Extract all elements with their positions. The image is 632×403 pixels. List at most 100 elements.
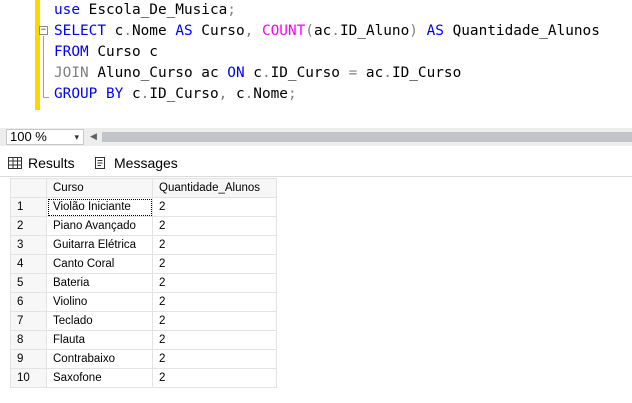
code-token: COUNT xyxy=(261,23,306,39)
code-token: ID_Aluno xyxy=(339,23,410,39)
quantidade-cell[interactable]: 2 xyxy=(152,216,277,236)
code-token: ON xyxy=(227,65,245,81)
quantidade-cell[interactable]: 2 xyxy=(152,273,277,293)
table-row[interactable]: 5 Bateria 2 xyxy=(10,273,277,293)
row-number-cell[interactable]: 5 xyxy=(10,273,47,293)
code-token: Escola_De_Musica xyxy=(80,2,228,18)
curso-cell[interactable]: Bateria xyxy=(46,273,153,293)
row-number-cell[interactable]: 9 xyxy=(10,349,47,369)
code-token: , xyxy=(244,23,262,39)
code-token: . xyxy=(261,65,271,81)
code-line[interactable]: GROUP BY c.ID_Curso, c.Nome; xyxy=(54,84,600,105)
code-token: . xyxy=(383,65,392,81)
outline-line xyxy=(43,36,44,98)
tab-results[interactable]: Results xyxy=(8,152,75,174)
code-text[interactable]: use Escola_De_Musica; SELECT c.Nome AS Cu… xyxy=(54,0,600,105)
code-token: ( xyxy=(305,23,314,39)
code-token: ID_Curso xyxy=(391,65,462,81)
code-token: Quantidade_Alunos xyxy=(443,23,600,39)
quantidade-cell[interactable]: 2 xyxy=(152,197,277,217)
curso-cell[interactable]: Saxofone xyxy=(46,368,153,388)
column-header-quantidade-alunos[interactable]: Quantidade_Alunos xyxy=(152,178,277,198)
code-token: ac xyxy=(357,65,384,81)
tab-messages[interactable]: Messages xyxy=(94,152,178,174)
curso-cell[interactable]: Violino xyxy=(46,292,153,312)
zoom-select[interactable]: 100 % ▾ xyxy=(6,129,84,145)
row-number-cell[interactable]: 7 xyxy=(10,311,47,331)
grid-header-row: Curso Quantidade_Alunos xyxy=(10,178,277,198)
curso-cell[interactable]: Violão Iniciante xyxy=(46,197,153,217)
code-token: Aluno_Curso ac xyxy=(88,65,228,81)
curso-cell[interactable]: Piano Avançado xyxy=(46,216,153,236)
row-number-cell[interactable]: 3 xyxy=(10,235,47,255)
grid-corner-cell[interactable] xyxy=(10,178,47,198)
code-token: ID_Curso xyxy=(270,65,349,81)
table-row[interactable]: 4 Canto Coral 2 xyxy=(10,254,277,274)
row-number-cell[interactable]: 8 xyxy=(10,330,47,350)
quantidade-cell[interactable]: 2 xyxy=(152,311,277,331)
table-row[interactable]: 3 Guitarra Elétrica 2 xyxy=(10,235,277,255)
code-token: ) xyxy=(409,23,418,39)
code-token: , xyxy=(218,86,236,102)
table-row[interactable]: 6 Violino 2 xyxy=(10,292,277,312)
code-token: . xyxy=(140,86,150,102)
code-token: Curso xyxy=(192,23,245,39)
quantidade-cell[interactable]: 2 xyxy=(152,254,277,274)
code-token: SELECT xyxy=(54,23,106,39)
scroll-left-icon[interactable]: ◀ xyxy=(90,131,97,142)
code-token: AS xyxy=(417,23,444,39)
code-line[interactable]: SELECT c.Nome AS Curso, COUNT(ac.ID_Alun… xyxy=(54,21,600,42)
row-number-cell[interactable]: 6 xyxy=(10,292,47,312)
code-token: c xyxy=(105,23,124,39)
messages-icon xyxy=(95,157,105,169)
results-grid[interactable]: Curso Quantidade_Alunos 1 Violão Iniciant… xyxy=(10,178,277,388)
code-line[interactable]: FROM Curso c xyxy=(54,42,600,63)
quantidade-cell[interactable]: 2 xyxy=(152,349,277,369)
code-token: GROUP BY xyxy=(54,86,124,102)
code-token: . xyxy=(244,86,254,102)
grid-icon xyxy=(8,157,22,169)
table-row[interactable]: 1 Violão Iniciante 2 xyxy=(10,197,277,217)
code-line[interactable]: use Escola_De_Musica; xyxy=(54,0,600,21)
code-token: JOIN xyxy=(54,65,89,81)
change-tracking-bar xyxy=(35,0,40,110)
code-token: Nome xyxy=(131,23,176,39)
code-token: c xyxy=(244,65,262,81)
tab-results-label: Results xyxy=(28,155,75,171)
table-row[interactable]: 10 Saxofone 2 xyxy=(10,368,277,388)
horizontal-scrollbar-thumb[interactable] xyxy=(102,132,632,142)
code-token: ac xyxy=(313,23,332,39)
curso-cell[interactable]: Teclado xyxy=(46,311,153,331)
chevron-down-icon: ▾ xyxy=(74,132,79,142)
code-token: Curso c xyxy=(88,44,158,60)
table-row[interactable]: 9 Contrabaixo 2 xyxy=(10,349,277,369)
table-row[interactable]: 7 Teclado 2 xyxy=(10,311,277,331)
row-number-cell[interactable]: 1 xyxy=(10,197,47,217)
zoom-value: 100 % xyxy=(10,129,47,144)
curso-cell[interactable]: Canto Coral xyxy=(46,254,153,274)
code-token: c xyxy=(123,86,141,102)
code-token: ID_Curso xyxy=(149,86,219,102)
quantidade-cell[interactable]: 2 xyxy=(152,235,277,255)
outline-line-end xyxy=(43,97,49,98)
curso-cell[interactable]: Guitarra Elétrica xyxy=(46,235,153,255)
code-token: c xyxy=(235,86,245,102)
quantidade-cell[interactable]: 2 xyxy=(152,368,277,388)
code-token: . xyxy=(331,23,340,39)
code-token: ; xyxy=(227,2,236,18)
collapse-icon[interactable]: − xyxy=(39,26,48,35)
table-row[interactable]: 2 Piano Avançado 2 xyxy=(10,216,277,236)
quantidade-cell[interactable]: 2 xyxy=(152,330,277,350)
column-header-curso[interactable]: Curso xyxy=(46,178,153,198)
code-line[interactable]: JOIN Aluno_Curso ac ON c.ID_Curso = ac.I… xyxy=(54,63,600,84)
row-number-cell[interactable]: 2 xyxy=(10,216,47,236)
code-token: . xyxy=(123,23,132,39)
curso-cell[interactable]: Flauta xyxy=(46,330,153,350)
row-number-cell[interactable]: 4 xyxy=(10,254,47,274)
query-editor[interactable]: − use Escola_De_Musica; SELECT c.Nome AS … xyxy=(0,0,632,128)
quantidade-cell[interactable]: 2 xyxy=(152,292,277,312)
curso-cell[interactable]: Contrabaixo xyxy=(46,349,153,369)
tab-messages-label: Messages xyxy=(114,155,178,171)
row-number-cell[interactable]: 10 xyxy=(10,368,47,388)
table-row[interactable]: 8 Flauta 2 xyxy=(10,330,277,350)
